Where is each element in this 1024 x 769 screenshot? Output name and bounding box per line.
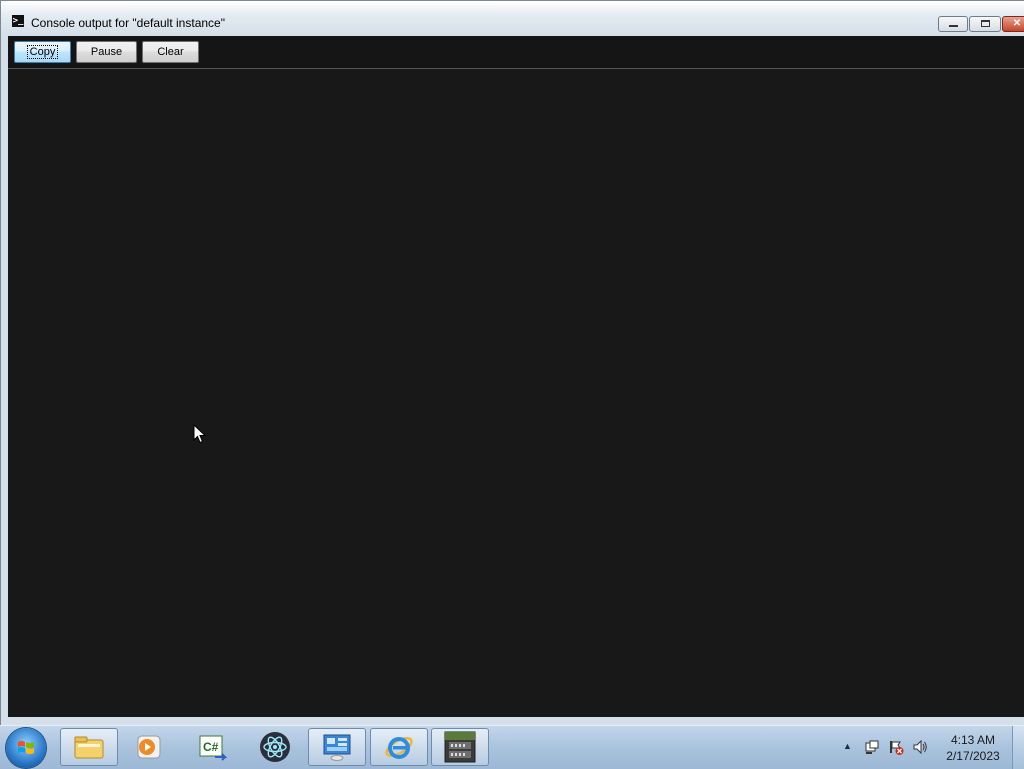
clear-button[interactable]: Clear (142, 41, 199, 63)
start-button[interactable] (6, 728, 46, 768)
toolbar: Copy Pause Clear (8, 36, 1024, 69)
taskbar-item-electron-app[interactable] (246, 728, 304, 766)
ie-icon (385, 737, 413, 759)
betacraft-icon (444, 731, 476, 763)
copy-button-label: Copy (26, 45, 59, 59)
minimize-button[interactable] (938, 16, 968, 32)
taskbar-item-internet-explorer[interactable] (370, 728, 428, 766)
taskbar-item-betacraft[interactable] (431, 728, 489, 766)
atom-icon (260, 732, 290, 762)
folder-icon (74, 736, 104, 759)
copy-button[interactable]: Copy (14, 41, 71, 63)
volume-icon[interactable] (912, 739, 928, 755)
clock-date: 2/17/2023 (946, 749, 1000, 763)
show-hidden-icons-button[interactable]: ▲ (843, 741, 852, 751)
console-output-area[interactable] (8, 69, 1024, 717)
minimize-icon (949, 25, 958, 27)
action-center-icon[interactable] (864, 739, 880, 755)
network-disconnected-icon[interactable] (888, 739, 904, 755)
window-left-border (1, 69, 8, 717)
taskbar-item-media-player[interactable] (120, 728, 178, 766)
show-desktop-button[interactable] (1012, 726, 1024, 769)
window-title: Console output for "default instance" (31, 16, 225, 30)
windows-logo-icon (18, 741, 34, 754)
pause-button[interactable]: Pause (76, 41, 137, 63)
taskbar-item-csharp[interactable]: C# (183, 728, 241, 766)
media-player-icon (137, 735, 161, 759)
console-icon: >_ (12, 15, 24, 27)
maximize-button[interactable] (969, 16, 1001, 32)
system-clock[interactable]: 4:13 AM 2/17/2023 (936, 732, 1010, 764)
close-icon: ✕ (1012, 18, 1022, 29)
taskbar: C# ▲ 4:13 AM 2/17/2023 (0, 725, 1024, 769)
csharp-icon: C# (199, 735, 227, 761)
mouse-cursor-icon (193, 424, 207, 444)
svg-text:C#: C# (203, 740, 219, 754)
maximize-icon (981, 20, 990, 27)
clock-time: 4:13 AM (950, 733, 996, 747)
title-bar[interactable]: >_ Console output for "default instance"… (1, 1, 1024, 36)
control-panel-icon (323, 734, 351, 761)
close-button[interactable]: ✕ (1002, 16, 1024, 32)
taskbar-item-file-explorer[interactable] (60, 728, 118, 766)
console-window: >_ Console output for "default instance"… (0, 0, 1024, 726)
taskbar-item-control-panel[interactable] (308, 728, 366, 766)
